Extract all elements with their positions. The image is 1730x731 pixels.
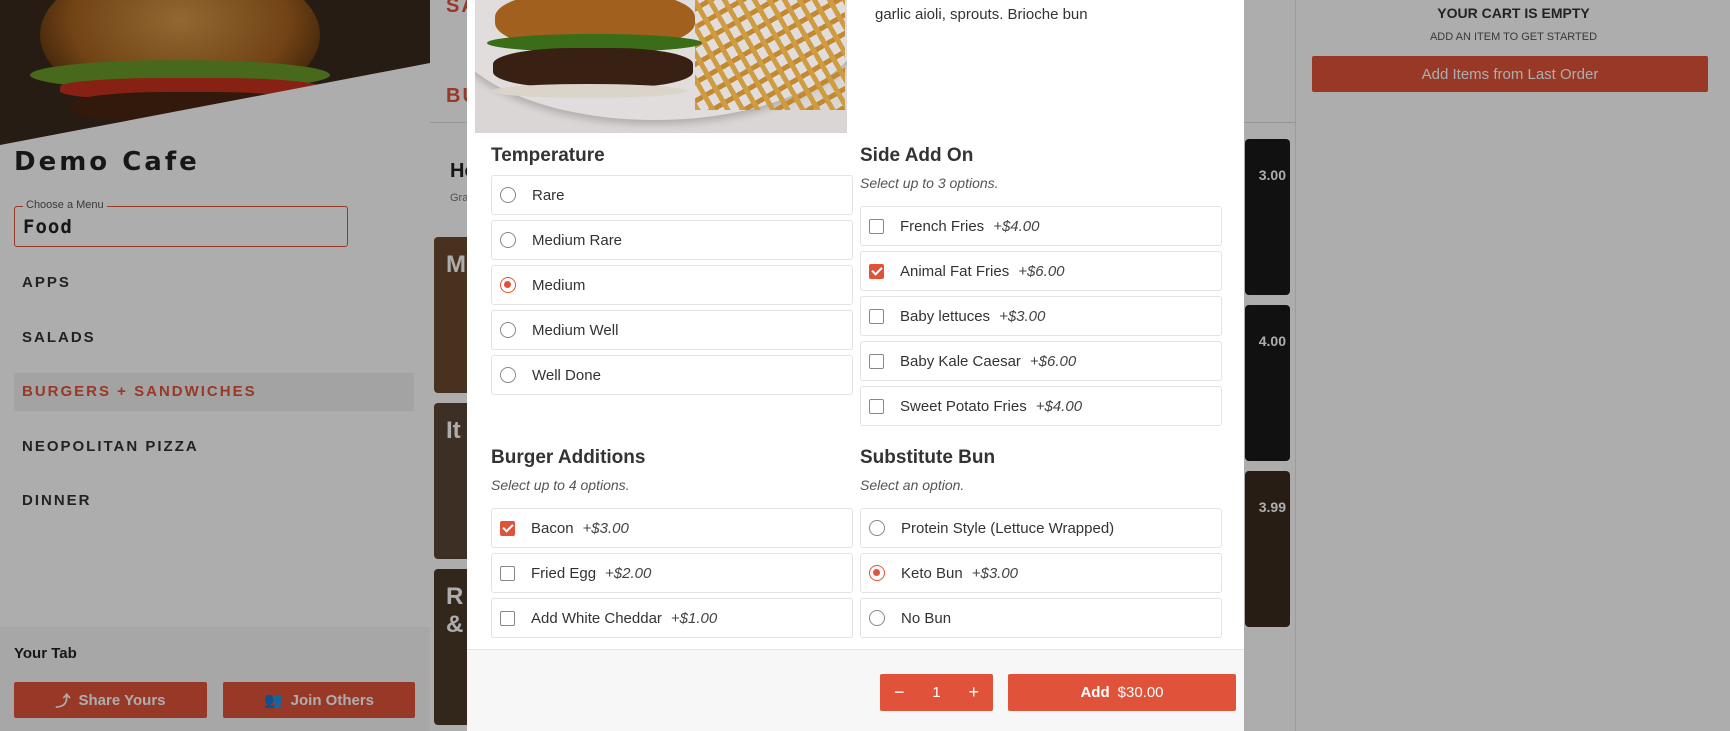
add-price: $30.00 — [1117, 684, 1164, 701]
radio-selected-icon — [869, 565, 885, 581]
plus-icon[interactable]: + — [968, 682, 979, 703]
add-to-cart-button[interactable]: Add $30.00 — [1008, 674, 1236, 711]
checkbox-icon — [500, 565, 515, 581]
option-price: +$1.00 — [670, 609, 718, 627]
item-options-modal: garlic aioli, sprouts. Brioche bun Tempe… — [467, 0, 1244, 731]
option-label: No Bun — [901, 609, 952, 627]
option-label: French Fries — [900, 217, 985, 235]
option-label: Baby Kale Caesar — [900, 352, 1021, 370]
side-add-on-subtitle: Select up to 3 options. — [860, 175, 999, 191]
option-label: Keto Bun — [901, 564, 963, 582]
option-price: +$3.00 — [582, 519, 629, 537]
quantity-stepper[interactable]: − 1 + — [880, 674, 993, 711]
option-label: Protein Style (Lettuce Wrapped) — [901, 519, 1115, 537]
radio-icon — [500, 232, 516, 248]
temperature-option-well-done[interactable]: Well Done — [491, 355, 853, 395]
side-option-animal-fat-fries[interactable]: Animal Fat Fries +$6.00 — [860, 251, 1222, 291]
radio-icon — [869, 610, 885, 626]
option-label: Add White Cheddar — [531, 609, 662, 627]
substitute-bun-subtitle: Select an option. — [860, 477, 965, 493]
option-price: +$6.00 — [1029, 352, 1077, 370]
side-add-on-title: Side Add On — [860, 145, 974, 166]
minus-icon[interactable]: − — [894, 682, 905, 703]
option-label: Fried Egg — [531, 564, 597, 582]
checkbox-icon — [869, 218, 884, 234]
bun-option-no-bun[interactable]: No Bun — [860, 598, 1222, 638]
burger-additions-title: Burger Additions — [491, 447, 646, 468]
option-label: Animal Fat Fries — [900, 262, 1010, 280]
checkbox-checked-icon — [869, 263, 884, 279]
temperature-title: Temperature — [491, 145, 605, 166]
radio-icon — [869, 520, 885, 536]
option-price: +$4.00 — [1035, 397, 1083, 415]
radio-icon — [500, 367, 516, 383]
checkbox-icon — [869, 308, 884, 324]
checkbox-checked-icon — [500, 520, 515, 536]
bun-option-keto-bun[interactable]: Keto Bun +$3.00 — [860, 553, 1222, 593]
addition-option-bacon[interactable]: Bacon +$3.00 — [491, 508, 853, 548]
add-label: Add — [1080, 684, 1110, 701]
side-option-baby-kale-caesar[interactable]: Baby Kale Caesar +$6.00 — [860, 341, 1222, 381]
radio-selected-icon — [500, 277, 516, 293]
option-price: +$2.00 — [605, 564, 652, 582]
side-option-sweet-potato-fries[interactable]: Sweet Potato Fries +$4.00 — [860, 386, 1222, 426]
option-price: +$3.00 — [971, 564, 1019, 582]
temperature-option-medium-rare[interactable]: Medium Rare — [491, 220, 853, 260]
option-price: +$4.00 — [993, 217, 1040, 235]
option-label: Well Done — [532, 366, 601, 384]
temperature-option-medium-well[interactable]: Medium Well — [491, 310, 853, 350]
option-label: Sweet Potato Fries — [900, 397, 1027, 415]
quantity-value: 1 — [932, 684, 941, 701]
option-label: Medium — [532, 276, 586, 294]
addition-option-fried-egg[interactable]: Fried Egg +$2.00 — [491, 553, 853, 593]
burger-additions-subtitle: Select up to 4 options. — [491, 477, 630, 493]
option-label: Baby lettuces — [900, 307, 991, 325]
checkbox-icon — [500, 610, 515, 626]
temperature-option-medium[interactable]: Medium — [491, 265, 853, 305]
radio-icon — [500, 322, 516, 338]
side-option-baby-lettuces[interactable]: Baby lettuces +$3.00 — [860, 296, 1222, 336]
checkbox-icon — [869, 398, 884, 414]
option-price: +$3.00 — [999, 307, 1046, 325]
option-price: +$6.00 — [1018, 262, 1065, 280]
radio-icon — [500, 187, 516, 203]
option-label: Medium Well — [532, 321, 619, 339]
temperature-option-rare[interactable]: Rare — [491, 175, 853, 215]
option-label: Bacon — [531, 519, 574, 537]
page: Demo Cafe Choose a Menu Food APPS SALADS… — [0, 0, 1730, 731]
option-label: Medium Rare — [532, 231, 623, 249]
substitute-bun-title: Substitute Bun — [860, 447, 996, 468]
option-label: Rare — [532, 186, 565, 204]
checkbox-icon — [869, 353, 884, 369]
bun-option-protein-style[interactable]: Protein Style (Lettuce Wrapped) — [860, 508, 1222, 548]
item-description: garlic aioli, sprouts. Brioche bun — [875, 6, 1088, 23]
addition-option-white-cheddar[interactable]: Add White Cheddar +$1.00 — [491, 598, 853, 638]
side-option-french-fries[interactable]: French Fries +$4.00 — [860, 206, 1222, 246]
burger-fries-image — [475, 0, 847, 133]
